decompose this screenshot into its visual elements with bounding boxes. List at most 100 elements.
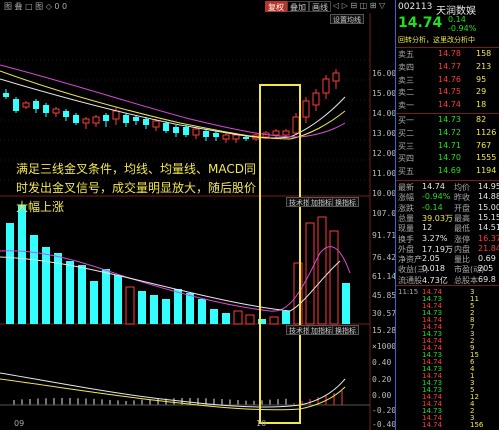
vol-add-indicator-button[interactable]: 加指标: [308, 197, 335, 207]
bid-price: 14.69: [438, 166, 461, 176]
ask-label: 卖二: [398, 88, 414, 98]
stock-code: 002113: [398, 2, 433, 12]
volume-bar: [269, 316, 279, 325]
ask-label: 卖一: [398, 101, 414, 111]
last-price: 14.74: [398, 15, 443, 31]
tick-row: 14.73 4: [398, 365, 498, 373]
bid-volume: 1126: [476, 127, 497, 137]
bid-row: 买一 14.73 82: [398, 115, 498, 128]
x-label-10: 10: [256, 419, 267, 428]
macd-add-indicator-button[interactable]: 加指标: [308, 325, 335, 335]
ma-settings-button[interactable]: 设置均线: [330, 14, 364, 24]
volume-bar: [78, 265, 86, 324]
overlay-button[interactable]: 叠加: [287, 1, 309, 12]
kline-chart[interactable]: [0, 13, 395, 430]
bid-label: 买二: [398, 128, 414, 138]
ask-volume: 95: [476, 74, 487, 84]
volume-bar: [102, 269, 110, 324]
candle-body: [133, 117, 139, 121]
x-label-09: 09: [14, 419, 25, 428]
bid-row: 买二 14.72 1126: [398, 128, 498, 141]
toolbar-icons-left[interactable]: 图 叠 □ 图 ◇ 0 0: [4, 1, 67, 12]
macd-tick: 0.20: [372, 375, 392, 384]
bid-row: 买三 14.71 767: [398, 141, 498, 154]
volume-bar: [233, 310, 243, 325]
candle-body: [43, 105, 49, 113]
price-header: 14.74 0.14 -0.94%: [398, 15, 498, 33]
candle-body: [22, 102, 30, 108]
candle-body: [183, 127, 189, 135]
tick-row: 14.74 1: [398, 372, 498, 380]
volume-bar: [245, 314, 255, 325]
stat-value: -0.14: [422, 202, 443, 212]
bid-volume: 1555: [476, 153, 497, 163]
volume-bar: [210, 309, 218, 324]
bid-price: 14.72: [438, 127, 461, 137]
volume-bar: [222, 313, 230, 324]
candle-body: [33, 101, 39, 109]
vol-switch-indicator-button[interactable]: 换指标: [332, 197, 359, 207]
macd-tick: -0.40: [372, 420, 397, 429]
tick-row: 14.74 5: [398, 302, 498, 310]
tick-row: 14.74 7: [398, 323, 498, 331]
tick-row: 14.73 2: [398, 407, 498, 415]
ask-volume: 29: [476, 87, 487, 97]
stat-value: 14.95: [478, 182, 499, 191]
volume-bar: [282, 311, 290, 324]
bid-volume: 767: [476, 140, 492, 150]
vol-tick: 30.57: [372, 309, 397, 318]
toolbar-icons-right[interactable]: ◁ ▷ ⊟ ◫ ⊞ ▽: [333, 1, 385, 10]
tick-row: 14.73 3: [398, 330, 498, 338]
candle-body: [152, 120, 160, 128]
tick-row: 14.74 8: [398, 316, 498, 324]
macd-switch-indicator-button[interactable]: 换指标: [332, 325, 359, 335]
candle-body: [3, 93, 9, 97]
price-tick: 12.00: [372, 149, 397, 158]
candle-body: [302, 100, 310, 118]
tick-row: 14.74 6: [398, 358, 498, 366]
volume-bar: [198, 299, 206, 324]
candle-body: [52, 108, 60, 114]
tick-row: 14.74 156: [398, 421, 498, 429]
candle-body: [63, 111, 69, 117]
candle-body: [173, 127, 179, 133]
analysis-note-text: 回转分析，这里改分析中: [398, 36, 475, 44]
ask-price: 14.75: [438, 87, 461, 97]
price-axis: 16.00 15.00 14.00 13.00 12.00 11.00 10.0…: [370, 13, 401, 430]
stat-value: 14.88: [478, 192, 499, 202]
volume-bar: [317, 216, 327, 325]
stat-value: 0.018: [422, 264, 445, 274]
bid-row: 买四 14.70 1555: [398, 153, 498, 166]
bid-label: 买三: [398, 141, 414, 151]
stat-value: 0.69: [478, 254, 496, 264]
vol-tick: 61.14: [372, 272, 397, 281]
volume-bar: [66, 261, 74, 324]
candle-body: [312, 92, 320, 106]
draw-line-button[interactable]: 画线: [309, 1, 331, 12]
volume-bar: [114, 275, 122, 324]
candle-body: [103, 115, 109, 121]
divider: [396, 180, 499, 181]
stock-header: 002113 天润数娱: [398, 2, 498, 17]
ask-row: 卖一 14.74 18: [398, 100, 498, 113]
bid-price: 14.71: [438, 140, 461, 150]
quote-panel: 002113 天润数娱 14.74 0.14 -0.94% 回转分析，这里改分析…: [395, 0, 499, 430]
restore-rights-button[interactable]: 复权: [265, 1, 287, 12]
ask-label: 卖四: [398, 62, 414, 72]
candle-body: [322, 78, 330, 94]
tick-row: 14.73 2: [398, 309, 498, 317]
tick-row: 14.73 11: [398, 295, 498, 303]
volume-bar: [150, 295, 158, 324]
candle-body: [222, 134, 230, 140]
volume-bar: [30, 235, 38, 324]
tick-row: 14.73 15: [398, 351, 498, 359]
candle-body: [13, 99, 19, 111]
vol-tick: 91.71: [372, 231, 397, 240]
volume-bar: [174, 289, 182, 324]
candle-body: [332, 72, 340, 82]
candle-body: [163, 123, 169, 131]
stat-value: 21.84: [478, 243, 499, 253]
macd-tick: 0.00: [372, 391, 392, 400]
stat-value: 3.27%: [422, 233, 448, 243]
volume-bar: [329, 230, 339, 325]
